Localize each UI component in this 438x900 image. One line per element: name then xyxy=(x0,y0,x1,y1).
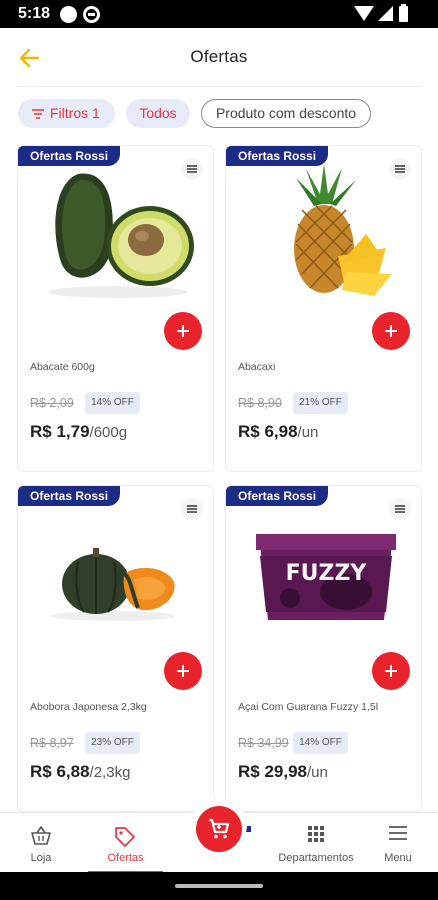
page-title: Ofertas xyxy=(190,47,248,66)
price-line: R$ 6,88/2,3kg xyxy=(30,762,130,782)
old-price: R$ 8,97 xyxy=(30,736,74,750)
grid-icon xyxy=(308,826,324,842)
cart-button[interactable] xyxy=(196,806,242,852)
system-navigation-bar xyxy=(0,872,438,900)
price-line: R$ 6,98/un xyxy=(238,422,318,442)
app-header: Ofertas xyxy=(0,28,438,86)
offer-tag: Ofertas Rossi xyxy=(226,146,329,166)
home-gesture-pill[interactable] xyxy=(175,884,263,888)
add-to-cart-button[interactable] xyxy=(164,312,202,350)
discount-product-chip[interactable]: Produto com desconto xyxy=(201,99,371,128)
status-time: 5:18 xyxy=(18,5,51,22)
nav-menu-label: Menu xyxy=(384,852,412,864)
product-name: Açai Com Guarana Fuzzy 1,5l xyxy=(238,701,379,713)
offer-tag: Ofertas Rossi xyxy=(226,486,329,506)
product-name: Abobora Japonesa 2,3kg xyxy=(30,701,147,713)
product-name: Abacaxi xyxy=(238,361,276,373)
pumpkin-image xyxy=(51,548,175,621)
product-name: Abacate 600g xyxy=(30,361,95,373)
old-price: R$ 34,99 xyxy=(238,736,289,750)
filter-icon xyxy=(32,109,44,119)
nav-ofertas[interactable]: Ofertas xyxy=(88,813,163,873)
product-card[interactable]: Ofertas Rossi Abacaxi R$ 8,90 21% OFF R$… xyxy=(225,145,422,472)
old-price: R$ 2,09 xyxy=(30,396,74,410)
product-card[interactable]: Ofertas Rossi Abobora Japonesa 2,3kg R$ … xyxy=(17,485,214,812)
filters-chip-label: Filtros 1 xyxy=(50,105,100,121)
product-card[interactable]: Ofertas Rossi FUZZY Açai Com Guarana Fuz… xyxy=(225,485,422,812)
discount-badge: 14% OFF xyxy=(85,392,140,414)
filter-chips: Filtros 1 Todos Produto com desconto xyxy=(0,99,438,129)
price-line: R$ 29,98/un xyxy=(238,762,328,782)
price-unit: /un xyxy=(297,424,319,441)
add-to-cart-button[interactable] xyxy=(372,312,410,350)
offer-tag: Ofertas Rossi xyxy=(18,146,121,166)
tag-icon xyxy=(115,827,135,847)
pineapple-image xyxy=(294,164,392,296)
offer-tag: Ofertas Rossi xyxy=(18,486,121,506)
signal-icon xyxy=(378,6,393,21)
price-unit: /2,3kg xyxy=(89,764,131,781)
old-price: R$ 8,90 xyxy=(238,396,282,410)
steering-wheel-icon xyxy=(83,6,100,23)
screen: 5:18 Ofertas Filtros 1 Todos Produto com… xyxy=(0,0,438,900)
filters-chip[interactable]: Filtros 1 xyxy=(18,99,115,128)
avocado-image xyxy=(48,173,194,298)
nav-loja-label: Loja xyxy=(30,852,52,864)
nav-departamentos-label: Departamentos xyxy=(278,852,354,864)
price: R$ 6,98 xyxy=(238,422,298,441)
wifi-icon xyxy=(354,6,374,21)
basket-icon xyxy=(31,826,51,845)
nav-ofertas-label: Ofertas xyxy=(107,852,144,864)
price: R$ 29,98 xyxy=(238,762,307,781)
price: R$ 1,79 xyxy=(30,422,90,441)
acai-tub-image: FUZZY xyxy=(256,534,396,620)
price-unit: /un xyxy=(307,764,328,781)
discount-badge: 14% OFF xyxy=(293,732,348,754)
discount-badge: 21% OFF xyxy=(293,392,348,414)
fuzzy-logo: FUZZY xyxy=(286,561,368,586)
add-to-cart-button[interactable] xyxy=(164,652,202,690)
todos-chip[interactable]: Todos xyxy=(126,99,190,128)
price: R$ 6,88 xyxy=(30,762,90,781)
price-line: R$ 1,79/600g xyxy=(30,422,127,442)
nav-departamentos[interactable]: Departamentos xyxy=(272,813,360,873)
price-unit: /600g xyxy=(89,424,128,441)
product-card[interactable]: Ofertas Rossi Abacate 600g R$ 2,09 14% O… xyxy=(17,145,214,472)
cart-icon xyxy=(209,818,230,839)
header-divider xyxy=(16,86,422,87)
nav-menu[interactable]: Menu xyxy=(372,813,424,873)
notification-dot-icon xyxy=(60,6,77,23)
hamburger-icon xyxy=(389,826,407,840)
add-to-cart-button[interactable] xyxy=(372,652,410,690)
nav-loja[interactable]: Loja xyxy=(0,813,82,873)
discount-badge: 23% OFF xyxy=(85,732,140,754)
battery-icon xyxy=(399,4,408,22)
status-bar: 5:18 xyxy=(0,0,438,28)
